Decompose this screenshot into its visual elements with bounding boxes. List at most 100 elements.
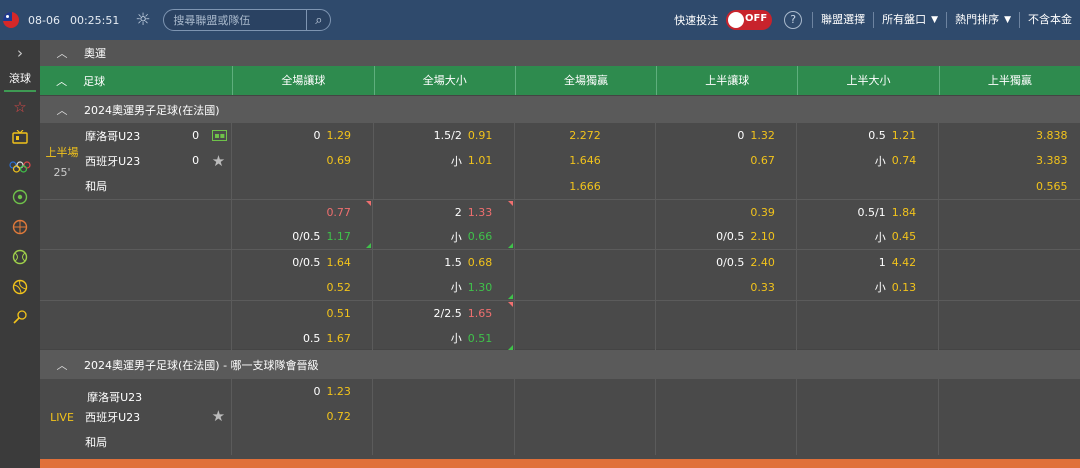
search-icon[interactable]: ⌕ [306,9,330,31]
stats-icon[interactable]: ▪▪ [212,130,228,141]
league-header[interactable]: ︿ 2024奧運男子足球(在法國) - 哪一支球隊會晉級 [40,349,1080,379]
handicap: 小 [874,281,886,295]
odds-cell[interactable]: 小 0.45 [797,224,939,250]
section-header[interactable]: ︿ 奧運 [40,40,1080,66]
odds-cell[interactable]: 0.69 [232,148,374,174]
price: 1.30 [467,280,493,294]
odds-cell[interactable]: 2 1.33 [373,199,515,225]
team-cell-empty [83,250,233,275]
handicap: 0/0.5 [716,256,745,270]
league-title: 2024奧運男子足球(在法國) [84,103,220,117]
odds-cell[interactable]: 0.565 [939,174,1080,199]
odds-cell[interactable]: 1.666 [515,173,657,199]
odds-cell [515,404,657,430]
odds-cell[interactable]: 0.39 [656,199,798,225]
odds-cell[interactable]: 1 4.42 [797,250,939,275]
next-section-bar[interactable] [40,459,1080,468]
all-markets-dropdown[interactable]: 所有盤口 ▼ [873,12,946,28]
home-team: 摩洛哥U23 [87,391,143,404]
star-icon[interactable]: ☆ [0,92,40,122]
collapse-chevron-icon[interactable]: ︿ [40,45,84,61]
odds-cell [232,173,374,199]
odds-cell[interactable]: 0/0.5 2.40 [656,250,798,275]
team-cell-empty [83,199,233,225]
odds-cell[interactable]: 0.51 [232,301,374,326]
collapse-chevron-icon[interactable]: ︿ [40,357,84,373]
odds-cell [656,429,798,455]
odds-cell[interactable]: 0.52 [232,274,374,301]
olympic-rings-icon[interactable] [0,152,40,182]
collapse-chevron-icon[interactable]: ︿ [40,102,84,118]
odds-cell[interactable]: 0.5/1 1.84 [797,199,939,225]
table-row: 0/0.5 1.64 1.5 0.68 0/0.5 2.40 1 4.42 [40,249,1080,275]
col-header: 全場讓球 [232,66,373,95]
handicap: 1.5/2 [433,129,462,143]
league-header[interactable]: ︿ 2024奧運男子足球(在法國) [40,95,1080,123]
favorite-star-icon[interactable]: ★ [212,152,225,170]
price: 0.66 [467,230,493,244]
odds-cell[interactable]: 1.5/2 0.91 [374,123,515,149]
league-select-button[interactable]: 聯盟選擇 [812,12,873,28]
odds-cell[interactable]: 小 0.13 [797,274,939,301]
help-icon[interactable]: ? [784,11,803,29]
team-cell-empty [83,325,233,351]
odds-cell[interactable]: 0/0.5 1.17 [232,224,374,250]
row-spacer [40,379,83,404]
search-input[interactable] [164,13,307,27]
hot-sort-dropdown[interactable]: 熱門排序 ▼ [946,12,1019,28]
price: 0.45 [891,230,917,244]
odds-cell [797,325,939,351]
tv-icon[interactable] [0,122,40,152]
chevron-right-icon[interactable]: › [0,40,40,66]
price: 1.33 [467,205,493,219]
odds-cell[interactable]: 0.77 [232,199,374,225]
soccer-ball-icon[interactable] [0,182,40,212]
odds-cell[interactable]: 0/0.5 2.10 [656,224,798,250]
collapse-chevron-icon[interactable]: ︿ [40,73,83,89]
odds-cell[interactable]: 1.646 [515,148,657,174]
col-header: 上半大小 [797,66,938,95]
odds-cell[interactable]: 2.272 [515,123,657,149]
odds-cell[interactable]: 小 0.74 [797,148,939,174]
odds-cell[interactable]: 0.5 1.67 [232,325,374,351]
odds-cell[interactable]: 小 0.51 [373,325,515,351]
odds-cell[interactable]: 0 1.29 [232,123,374,149]
volleyball-icon[interactable] [0,272,40,302]
price: 1.21 [891,129,917,143]
tennis-ball-icon[interactable] [0,242,40,272]
odds-cell[interactable]: 0.33 [656,274,798,301]
odds-cell[interactable]: 0.5 1.21 [797,123,939,149]
odds-cell[interactable]: 0 1.32 [656,123,798,149]
live-tab[interactable]: 滾球 [4,66,36,92]
odds-cell[interactable]: 0 1.23 [232,379,374,405]
odds-cell [515,301,657,326]
handicap: 0 [737,129,745,143]
col-header: 上半讓球 [656,66,797,95]
odds-cell[interactable]: 0.72 [232,404,374,430]
price: 1.23 [326,385,351,399]
row-spacer [40,325,83,350]
favorite-star-icon[interactable]: ★ [212,407,225,425]
brightness-icon[interactable]: ☼ [135,11,153,29]
team-cell: 西班牙U23 ★ [83,404,233,430]
price: 4.42 [891,256,917,270]
badminton-icon[interactable] [0,302,40,332]
price: 1.666 [569,179,601,193]
exclude-principal-button[interactable]: 不含本金 [1019,12,1080,28]
odds-cell[interactable]: 小 0.66 [373,224,515,250]
odds-cell[interactable]: 2/2.5 1.65 [373,301,515,326]
odds-cell[interactable]: 小 1.30 [373,274,515,301]
col-header: 全場大小 [373,66,515,95]
odds-cell[interactable]: 0/0.5 1.64 [232,250,374,275]
odds-cell[interactable]: 0.67 [656,148,798,174]
basketball-icon[interactable] [0,212,40,242]
col-header: 全場獨贏 [514,66,656,95]
odds-cell[interactable]: 1.5 0.68 [373,250,515,275]
odds-cell [515,274,657,301]
all-markets-label: 所有盤口 [882,13,927,26]
odds-cell[interactable]: 小 1.01 [374,148,515,174]
odds-cell [939,325,1080,350]
odds-cell[interactable]: 3.838 [939,123,1080,148]
odds-cell[interactable]: 3.383 [939,148,1080,173]
quick-bet-toggle[interactable]: OFF [726,10,773,30]
